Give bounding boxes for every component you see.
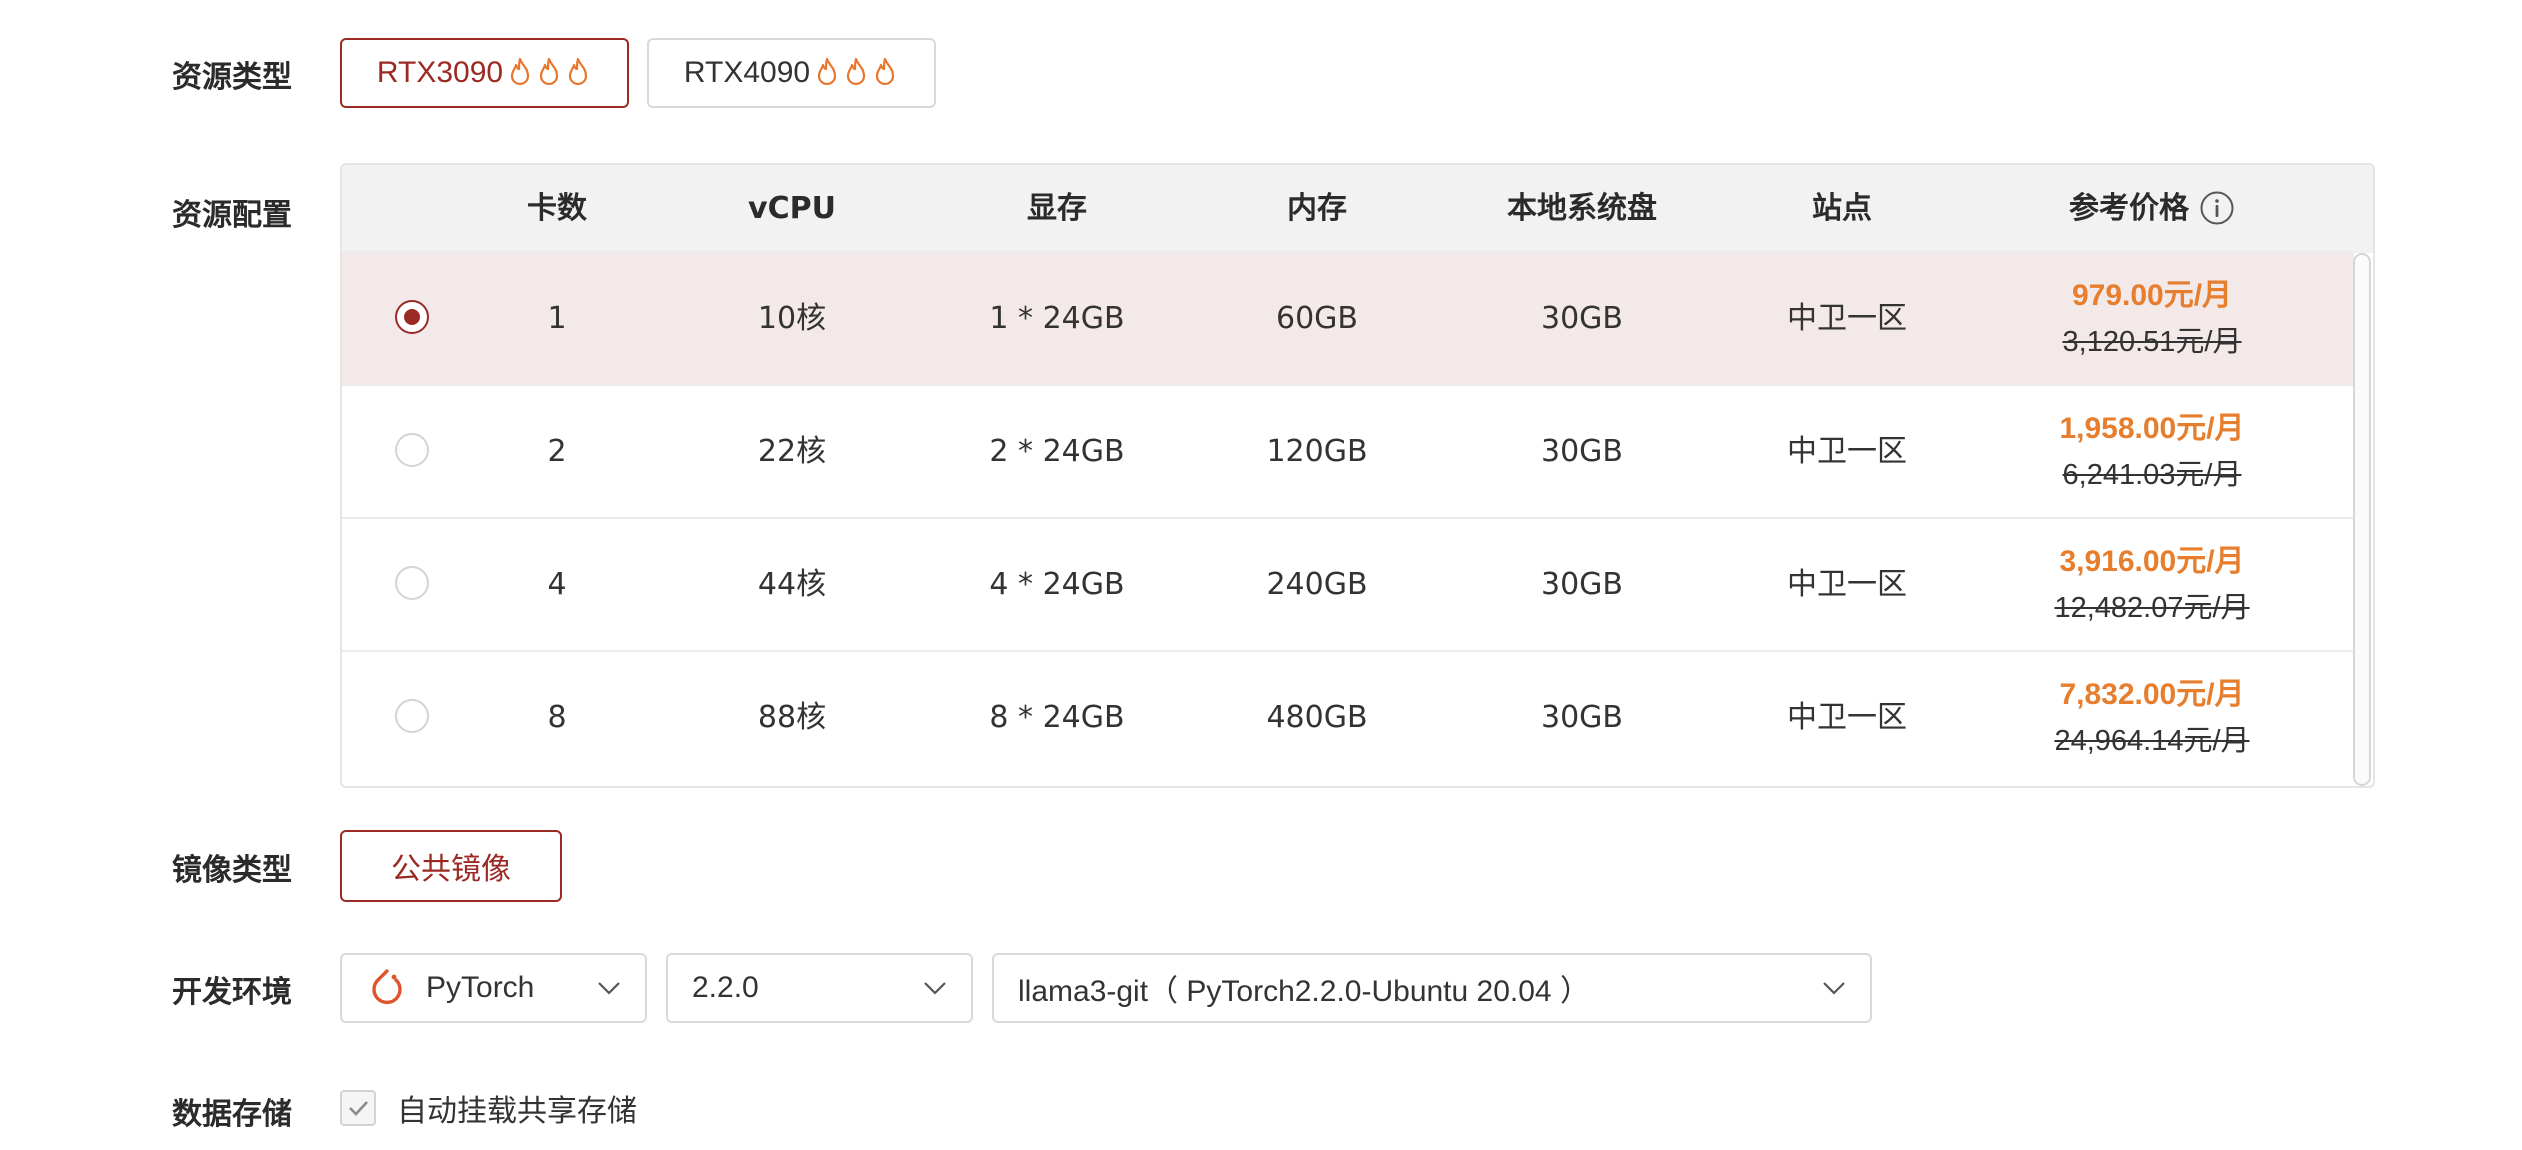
cell-cards: 4 [547,567,567,602]
column-header-vcpu: vCPU [748,191,836,226]
flame-icon [875,57,895,86]
flame-icon [539,57,559,86]
chevron-down-icon [924,982,946,995]
pytorch-icon [372,969,402,1004]
cell-system-disk: 30GB [1540,567,1623,602]
framework-select[interactable]: PyTorch [340,953,647,1023]
column-header-site: 站点 [1812,191,1872,226]
image-type-label: 镜像类型 [172,853,292,888]
resource-type-label: 资源类型 [172,60,292,95]
hot-indicator [505,56,592,90]
column-header-gpu-memory: 显存 [1027,191,1087,226]
table-row[interactable]: 2 22核 2 * 24GB 120GB 30GB 中卫一区 1,958.00元… [342,384,2354,517]
cell-gpu-memory: 4 * 24GB [989,567,1125,602]
current-price: 979.00元/月 [2071,278,2233,312]
flame-icon [510,57,530,86]
cell-price: 7,832.00元/月 24,964.14元/月 [2002,652,2302,783]
info-icon[interactable] [2199,190,2235,226]
cell-gpu-memory: 8 * 24GB [989,700,1125,735]
image-select[interactable]: llama3-git（ PyTorch2.2.0-Ubuntu 20.04 ） [992,953,1872,1023]
current-price: 3,916.00元/月 [2059,544,2245,578]
cell-system-disk: 30GB [1540,434,1623,469]
table-header: 卡数 vCPU 显存 内存 本地系统盘 站点 参考价格 [342,165,2373,253]
cell-memory: 60GB [1275,301,1358,336]
original-price: 12,482.07元/月 [2054,591,2250,624]
row-radio-button[interactable] [395,699,429,733]
original-price: 6,241.03元/月 [2062,458,2242,491]
auto-mount-checkbox[interactable] [340,1090,376,1126]
resource-config-table: 卡数 vCPU 显存 内存 本地系统盘 站点 参考价格 1 10核 1 * 24… [340,163,2375,788]
chevron-down-icon [1823,982,1845,995]
hot-indicator [812,56,899,90]
cell-site: 中卫一区 [1787,434,1907,469]
row-radio-button[interactable] [395,433,429,467]
cell-vcpu: 22核 [757,434,827,469]
cell-gpu-memory: 1 * 24GB [989,301,1125,336]
row-radio-button[interactable] [395,566,429,600]
cell-cards: 8 [547,700,567,735]
cell-cards: 2 [547,434,567,469]
cell-system-disk: 30GB [1540,301,1623,336]
column-header-system-disk: 本地系统盘 [1507,191,1657,226]
resource-config-page: 资源类型 RTX3090 RTX4090 资源配置 卡数 vCPU 显存 内存 … [0,0,2522,1150]
column-header-price: 参考价格 [2002,165,2302,253]
cell-gpu-memory: 2 * 24GB [989,434,1125,469]
resource-type-rtx4090-button[interactable]: RTX4090 [647,38,936,108]
cell-price: 3,916.00元/月 12,482.07元/月 [2002,519,2302,650]
cell-site: 中卫一区 [1787,567,1907,602]
storage-label: 数据存储 [172,1097,292,1132]
cell-memory: 120GB [1266,434,1368,469]
price-header-label: 参考价格 [2069,191,2189,226]
column-header-cards: 卡数 [527,191,587,226]
cell-memory: 240GB [1266,567,1368,602]
cell-site: 中卫一区 [1787,301,1907,336]
resource-type-rtx3090-button[interactable]: RTX3090 [340,38,629,108]
cell-vcpu: 44核 [757,567,827,602]
resource-type-name: RTX4090 [683,56,811,89]
current-price: 1,958.00元/月 [2059,411,2245,445]
table-row[interactable]: 1 10核 1 * 24GB 60GB 30GB 中卫一区 979.00元/月 … [342,251,2354,384]
resource-type-name: RTX3090 [376,56,504,89]
row-radio-button[interactable] [395,300,429,334]
current-price: 7,832.00元/月 [2059,677,2245,711]
table-scrollbar[interactable] [2353,253,2371,786]
flame-icon [846,57,866,86]
version-value: 2.2.0 [692,971,759,1004]
auto-mount-label: 自动挂载共享存储 [397,1094,637,1129]
check-icon [349,1101,368,1116]
original-price: 24,964.14元/月 [2054,724,2250,757]
chevron-down-icon [598,982,620,995]
public-image-button[interactable]: 公共镜像 [340,830,562,902]
original-price: 3,120.51元/月 [2062,325,2242,358]
cell-system-disk: 30GB [1540,700,1623,735]
flame-icon [568,57,588,86]
flame-icon [817,57,837,86]
cell-vcpu: 10核 [757,301,827,336]
cell-vcpu: 88核 [757,700,827,735]
cell-price: 979.00元/月 3,120.51元/月 [2002,253,2302,384]
table-row[interactable]: 4 44核 4 * 24GB 240GB 30GB 中卫一区 3,916.00元… [342,517,2354,650]
version-select[interactable]: 2.2.0 [666,953,973,1023]
column-header-memory: 内存 [1287,191,1347,226]
table-row[interactable]: 8 88核 8 * 24GB 480GB 30GB 中卫一区 7,832.00元… [342,650,2354,783]
cell-site: 中卫一区 [1787,700,1907,735]
image-value: llama3-git（ PyTorch2.2.0-Ubuntu 20.04 ） [1018,975,1590,1008]
dev-env-label: 开发环境 [172,975,292,1010]
framework-value: PyTorch [426,971,535,1004]
cell-memory: 480GB [1266,700,1368,735]
cell-cards: 1 [547,301,567,336]
resource-config-label: 资源配置 [172,198,292,233]
cell-price: 1,958.00元/月 6,241.03元/月 [2002,386,2302,517]
